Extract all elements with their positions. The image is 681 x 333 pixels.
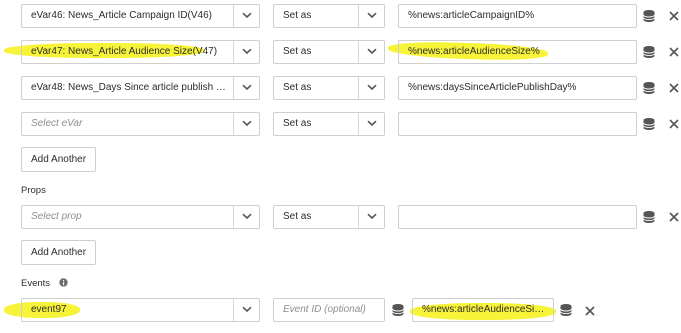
chevron-down-icon[interactable] [233,41,259,63]
evar-action-dropdown[interactable]: Set as [273,112,385,136]
evar-dropdown-value: eVar47: News_Article Audience Size(V47) [31,46,218,57]
evar-value-input[interactable]: %news:daysSinceArticlePublishDay% [398,76,637,100]
select-prop-dropdown[interactable]: Select prop [21,205,260,229]
close-icon[interactable] [668,46,680,58]
chevron-down-icon[interactable] [233,206,259,228]
evar-dropdown[interactable]: eVar48: News_Days Since article publish … [21,76,260,100]
evar-dropdown-value: eVar46: News_Article Campaign ID(V46) [31,10,213,21]
chevron-down-icon[interactable] [233,113,259,135]
evar-value-input[interactable]: %news:articleCampaignID% [398,4,637,28]
database-icon[interactable] [391,303,405,317]
info-icon[interactable] [58,278,68,290]
evar-dropdown[interactable]: Select eVar [21,112,260,136]
events-section-title: Events [21,278,68,290]
prop-action-dropdown[interactable]: Set as [273,205,385,229]
chevron-down-icon[interactable] [358,5,384,27]
evar-dropdown[interactable]: eVar47: News_Article Audience Size(V47) [21,40,260,64]
database-icon[interactable] [642,9,656,23]
evar-value-input[interactable] [398,112,637,136]
event-dropdown-value: event97 [31,304,67,315]
evar-action-dropdown[interactable]: Set as [273,40,385,64]
chevron-down-icon[interactable] [233,77,259,99]
database-icon[interactable] [642,81,656,95]
evar-action-dropdown[interactable]: Set as [273,76,385,100]
select-prop-placeholder: Select prop [31,211,82,222]
event-dropdown[interactable]: event97 [21,298,260,322]
close-icon[interactable] [668,211,680,223]
event-value-input[interactable]: %news:articleAudienceSiz… [412,298,554,322]
database-icon[interactable] [559,303,573,317]
chevron-down-icon[interactable] [358,41,384,63]
evar-dropdown-value: Select eVar [31,118,83,129]
evar-dropdown-value: eVar48: News_Days Since article publish … [31,82,229,93]
prop-value-input[interactable] [398,205,637,229]
close-icon[interactable] [668,10,680,22]
close-icon[interactable] [668,82,680,94]
database-icon[interactable] [642,117,656,131]
event-id-placeholder: Event ID (optional) [283,304,366,315]
evar-action-value: Set as [283,10,312,21]
evar-action-value: Set as [283,82,312,93]
evar-value-text: %news:daysSinceArticlePublishDay% [408,82,577,93]
evar-action-value: Set as [283,46,312,57]
props-section-title: Props [21,185,46,196]
evar-action-value: Set as [283,118,312,129]
prop-action-value: Set as [283,211,312,222]
evar-value-text: %news:articleCampaignID% [408,10,535,21]
add-another-prop-button[interactable]: Add Another [21,240,97,265]
evar-value-input[interactable]: %news:articleAudienceSize% [398,40,637,64]
close-icon[interactable] [584,305,596,317]
database-icon[interactable] [642,45,656,59]
evar-value-text: %news:articleAudienceSize% [408,46,540,57]
event-value-text: %news:articleAudienceSiz… [422,304,547,315]
chevron-down-icon[interactable] [358,206,384,228]
chevron-down-icon[interactable] [233,299,259,321]
close-icon[interactable] [668,118,680,130]
chevron-down-icon[interactable] [358,113,384,135]
database-icon[interactable] [642,210,656,224]
evar-dropdown[interactable]: eVar46: News_Article Campaign ID(V46) [21,4,260,28]
add-another-evar-button[interactable]: Add Another [21,147,97,172]
evar-action-dropdown[interactable]: Set as [273,4,385,28]
event-id-input[interactable]: Event ID (optional) [273,298,385,322]
events-title-text: Events [21,278,51,289]
chevron-down-icon[interactable] [358,77,384,99]
chevron-down-icon[interactable] [233,5,259,27]
